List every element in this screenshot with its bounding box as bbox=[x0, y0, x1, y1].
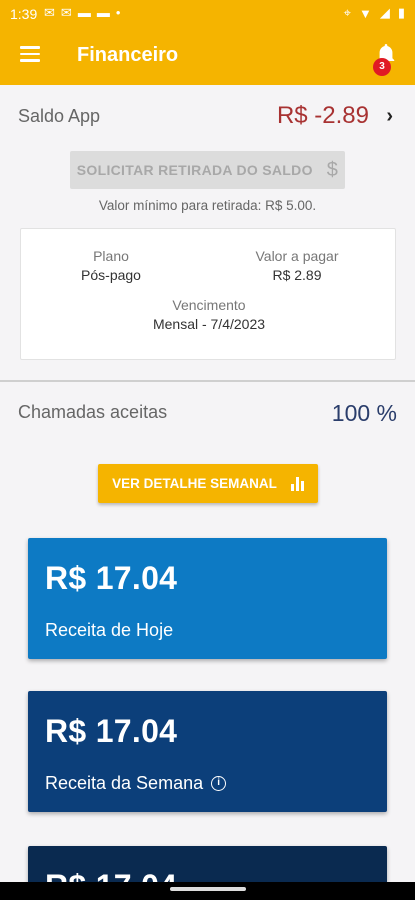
withdraw-button-label: SOLICITAR RETIRADA DO SALDO bbox=[76, 162, 313, 178]
info-icon[interactable]: i bbox=[211, 776, 227, 791]
page-title: Financeiro bbox=[77, 44, 179, 66]
valor-info: Valor a pagar R$ 2.89 bbox=[207, 248, 387, 283]
wifi-icon: ▼ bbox=[358, 5, 372, 21]
revenue-week-card[interactable]: R$ 17.04 Receita da Semana i bbox=[28, 691, 387, 812]
vencimento-value: Mensal - 7/4/2023 bbox=[152, 316, 266, 332]
dot-icon: • bbox=[115, 5, 121, 20]
chevron-right-icon[interactable]: › bbox=[386, 105, 393, 128]
home-handle[interactable] bbox=[170, 887, 246, 891]
notification-icon: ✉ bbox=[44, 5, 55, 20]
withdraw-button[interactable]: SOLICITAR RETIRADA DO SALDO $ bbox=[70, 151, 345, 189]
plan-card: Plano Pós-pago Valor a pagar R$ 2.89 Ven… bbox=[20, 228, 396, 360]
vencimento-label: Vencimento bbox=[172, 297, 246, 313]
battery-icon: ▮ bbox=[397, 5, 405, 20]
dollar-icon: $ bbox=[326, 158, 339, 181]
location-icon: ⌖ bbox=[343, 5, 351, 20]
signal-icon: ◢ bbox=[379, 5, 390, 20]
app-bar: Financeiro 3 bbox=[0, 28, 415, 85]
chamadas-label: Chamadas aceitas bbox=[18, 402, 168, 422]
saldo-label: Saldo App bbox=[18, 106, 101, 126]
chamadas-value: 100 % bbox=[331, 400, 397, 426]
menu-icon[interactable] bbox=[20, 46, 40, 62]
status-time: 1:39 bbox=[10, 6, 38, 22]
plano-value: Pós-pago bbox=[81, 267, 141, 283]
revenue-week-caption: Receita da Semana i bbox=[45, 773, 227, 794]
revenue-week-label: Receita da Semana bbox=[45, 773, 204, 793]
revenue-today-label: Receita de Hoje bbox=[45, 620, 174, 640]
valor-value: R$ 2.89 bbox=[272, 267, 322, 283]
revenue-today-amount: R$ 17.04 bbox=[45, 560, 178, 596]
card-icon: ▬ bbox=[96, 5, 110, 20]
minimum-withdraw-note: Valor mínimo para retirada: R$ 5.00. bbox=[98, 198, 317, 213]
plan-info: Plano Pós-pago bbox=[21, 248, 201, 283]
revenue-week-amount: R$ 17.04 bbox=[45, 713, 178, 749]
status-left-icons: ✉ ✉ ▬ ▬ • bbox=[44, 5, 120, 21]
card-icon: ▬ bbox=[77, 5, 91, 20]
plano-label: Plano bbox=[93, 248, 129, 264]
revenue-today-card[interactable]: R$ 17.04 Receita de Hoje bbox=[28, 538, 387, 659]
valor-label: Valor a pagar bbox=[255, 248, 339, 264]
vencimento-info: Vencimento Mensal - 7/4/2023 bbox=[119, 297, 299, 332]
notification-badge: 3 bbox=[373, 58, 391, 76]
bar-chart-icon bbox=[290, 476, 304, 491]
saldo-value: R$ -2.89 bbox=[276, 102, 369, 129]
revenue-today-caption: Receita de Hoje bbox=[45, 620, 173, 641]
divider bbox=[0, 380, 415, 382]
notification-icon: ✉ bbox=[60, 5, 72, 20]
status-right-icons: ⌖ ▼ ◢ ▮ bbox=[344, 5, 405, 21]
weekly-detail-label: VER DETALHE SEMANAL bbox=[112, 476, 277, 491]
weekly-detail-button[interactable]: VER DETALHE SEMANAL bbox=[98, 464, 318, 503]
saldo-row[interactable]: Saldo App R$ -2.89 › bbox=[0, 100, 415, 134]
system-nav-bar bbox=[0, 882, 415, 900]
status-bar: 1:39 ✉ ✉ ▬ ▬ • ⌖ ▼ ◢ ▮ bbox=[0, 0, 415, 28]
